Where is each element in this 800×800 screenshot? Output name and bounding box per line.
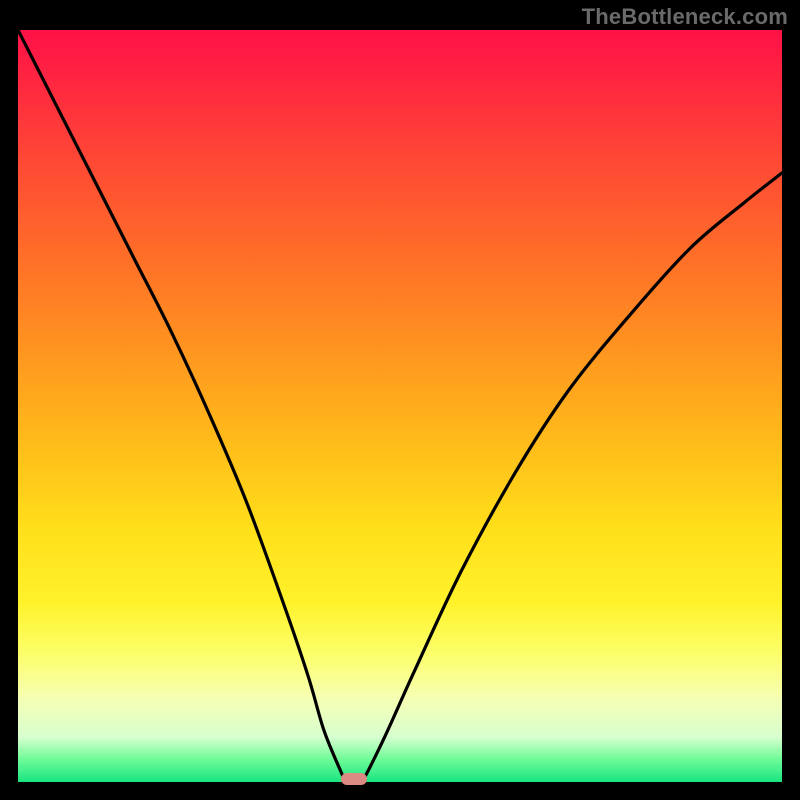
chart-frame: TheBottleneck.com [0,0,800,800]
optimal-marker [341,773,367,785]
watermark-text: TheBottleneck.com [582,4,788,30]
bottleneck-curve [18,30,782,782]
curve-path [18,30,782,782]
plot-area [18,30,782,782]
